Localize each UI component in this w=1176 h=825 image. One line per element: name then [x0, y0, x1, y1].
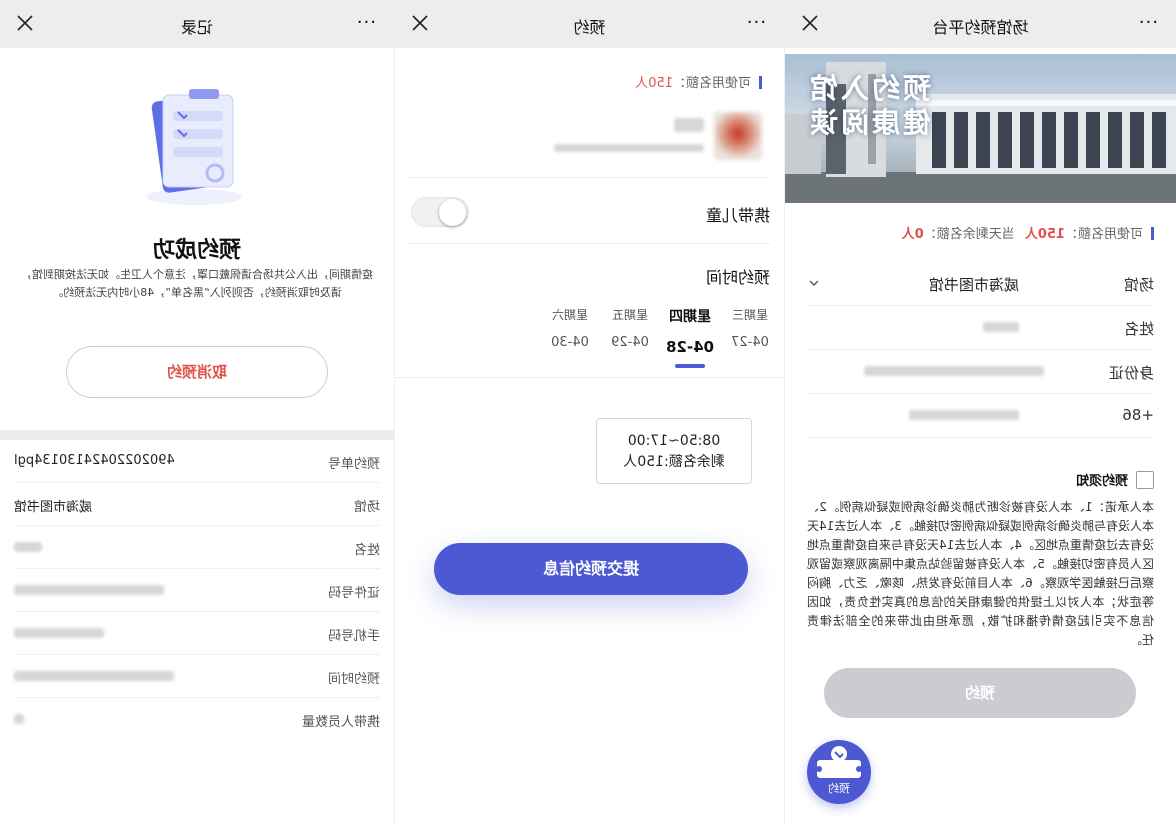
record-row-order-no: 预约单号 49020220424130134pgl: [14, 440, 380, 483]
phone-field[interactable]: +86: [807, 394, 1154, 438]
record-value-redacted: [14, 625, 104, 640]
phone-value-redacted: [909, 410, 1019, 420]
chevron-down-icon: [809, 280, 819, 286]
quota-value: 150人: [1024, 227, 1065, 242]
booking-title: 预约: [573, 18, 606, 37]
notice-text: 疫情期间，出入公共场合请佩戴口罩，注意个人卫生。如无法按期到馆，请及时取消预约，…: [21, 268, 373, 299]
quota-label: 可使用名额：: [1064, 227, 1143, 242]
user-id-redacted: [554, 144, 704, 152]
phone-label: +86: [1122, 406, 1154, 424]
record-panel: ··· 记录 预约成功 疫情期间，出入公共场合请佩戴口罩，注意个人卫生。如无法按…: [0, 0, 394, 825]
quota-info: 可使用名额：150人: [635, 72, 762, 91]
record-row-phone: 手机号码: [14, 612, 380, 655]
record-label: 携带人员数量: [301, 715, 380, 730]
record-label: 预约单号: [327, 457, 380, 472]
id-value-redacted: [864, 366, 1044, 376]
record-label: 场馆: [353, 500, 380, 515]
id-label: 身份证: [1108, 364, 1154, 382]
close-icon[interactable]: [409, 12, 431, 34]
slot-time: 08:50~17:00: [627, 433, 721, 449]
active-day-underline: [675, 364, 705, 368]
child-label: 携带儿童: [705, 206, 770, 225]
day-week: 星期五: [612, 308, 649, 322]
record-value: 49020220424130134pgl: [14, 453, 175, 468]
name-label: 姓名: [1123, 320, 1154, 338]
quota-info: 可使用名额：150人 当天剩余名额：0人: [902, 223, 1154, 242]
venue-select[interactable]: 场馆 威海市图书馆: [807, 262, 1154, 306]
agree-label: 预约须知: [1075, 474, 1128, 489]
record-value-redacted: [14, 668, 174, 683]
record-row-time: 预约时间: [14, 655, 380, 698]
platform-title: 场馆预约平台: [932, 18, 1029, 37]
fab-label: 预约: [828, 782, 850, 795]
quota-value: 150人: [635, 76, 673, 91]
agree-notice[interactable]: 预约须知: [1076, 470, 1154, 489]
platform-navbar: ··· 场馆预约平台: [785, 0, 1176, 48]
quota-label: 可使用名额：: [672, 76, 751, 91]
day-date: 04-27: [731, 335, 769, 350]
day-date: 04-29: [611, 335, 649, 350]
day-tab-0[interactable]: 星期三 04-27: [720, 306, 780, 350]
cancel-booking-button[interactable]: 取消预约: [66, 346, 328, 398]
day-week: 星期三: [732, 308, 769, 322]
child-toggle[interactable]: [411, 197, 469, 227]
record-row-id: 证件号码: [14, 569, 380, 612]
day-date: 04-28: [666, 338, 714, 356]
record-label: 证件号码: [327, 586, 380, 601]
record-row-venue: 场馆 威海市图书馆: [14, 483, 380, 526]
close-icon[interactable]: [14, 12, 36, 34]
record-value-redacted: [14, 711, 24, 726]
platform-panel: ··· 场馆预约平台 预约入馆 健康阅读 可使用名额：150人 当天剩余名额：0…: [785, 0, 1176, 825]
close-icon[interactable]: [799, 12, 821, 34]
booking-panel: ··· 预约 可使用名额：150人 携带儿童 预约时间 星期三 04-27 星期…: [394, 0, 785, 825]
banner-slogan: 预约入馆 健康阅读: [807, 72, 932, 139]
child-row: 携带儿童: [409, 180, 770, 244]
time-slot-card[interactable]: 08:50~17:00 剩余名额:150人: [596, 418, 752, 484]
library-banner: 预约入馆 健康阅读: [785, 54, 1176, 203]
slot-remaining: 剩余名额:150人: [623, 454, 725, 470]
day-week: 星期六: [552, 308, 589, 322]
day-selector: 星期三 04-27 星期四 04-28 星期五 04-29 星期六 04-30: [395, 300, 784, 378]
record-value-redacted: [14, 582, 164, 597]
day-tab-2[interactable]: 星期五 04-29: [600, 306, 660, 350]
name-field[interactable]: 姓名: [807, 306, 1154, 350]
venue-label: 场馆: [1123, 276, 1154, 294]
terms-text: 本人承诺：1、本人没有被诊断为肺炎确诊病例或疑似病例。2、本人没有与肺炎确诊病例…: [807, 500, 1154, 647]
record-value: 威海市图书馆: [14, 500, 93, 515]
day-week: 星期四: [669, 309, 711, 325]
booking-navbar: ··· 预约: [395, 0, 784, 48]
remain-value: 0人: [901, 227, 924, 242]
name-value-redacted: [983, 322, 1019, 332]
submit-booking-button[interactable]: 提交预约信息: [434, 543, 748, 595]
accent-bar: [1151, 227, 1154, 240]
user-card: [409, 100, 770, 178]
success-illustration-icon: [146, 89, 242, 205]
day-tab-1[interactable]: 星期四 04-28: [660, 306, 720, 368]
remain-label: 当天剩余名额：: [923, 227, 1015, 242]
record-row-name: 姓名: [14, 526, 380, 569]
record-title: 记录: [181, 18, 214, 37]
avatar: [714, 112, 762, 160]
reserve-button[interactable]: 预约: [824, 668, 1136, 718]
record-row-companions: 携带人员数量: [14, 698, 380, 741]
record-value-redacted: [14, 539, 42, 554]
toggle-knob: [439, 199, 466, 226]
record-label: 预约时间: [327, 672, 380, 687]
record-label: 手机号码: [327, 629, 380, 644]
user-name-redacted: [674, 118, 704, 132]
accent-bar: [759, 76, 762, 89]
record-detail-list: 预约单号 49020220424130134pgl 场馆 威海市图书馆 姓名 证…: [0, 440, 394, 741]
record-label: 姓名: [353, 543, 380, 558]
section-divider: [0, 430, 394, 440]
booking-float-button[interactable]: 预约: [807, 740, 871, 804]
venue-value: 威海市图书馆: [928, 276, 1019, 294]
record-navbar: ··· 记录: [0, 0, 394, 48]
day-tab-3[interactable]: 星期六 04-30: [540, 306, 600, 350]
day-date: 04-30: [551, 335, 589, 350]
id-field[interactable]: 身份证: [807, 350, 1154, 394]
agree-checkbox[interactable]: [1136, 471, 1154, 489]
time-label: 预约时间: [705, 268, 770, 287]
success-title: 预约成功: [153, 238, 242, 263]
